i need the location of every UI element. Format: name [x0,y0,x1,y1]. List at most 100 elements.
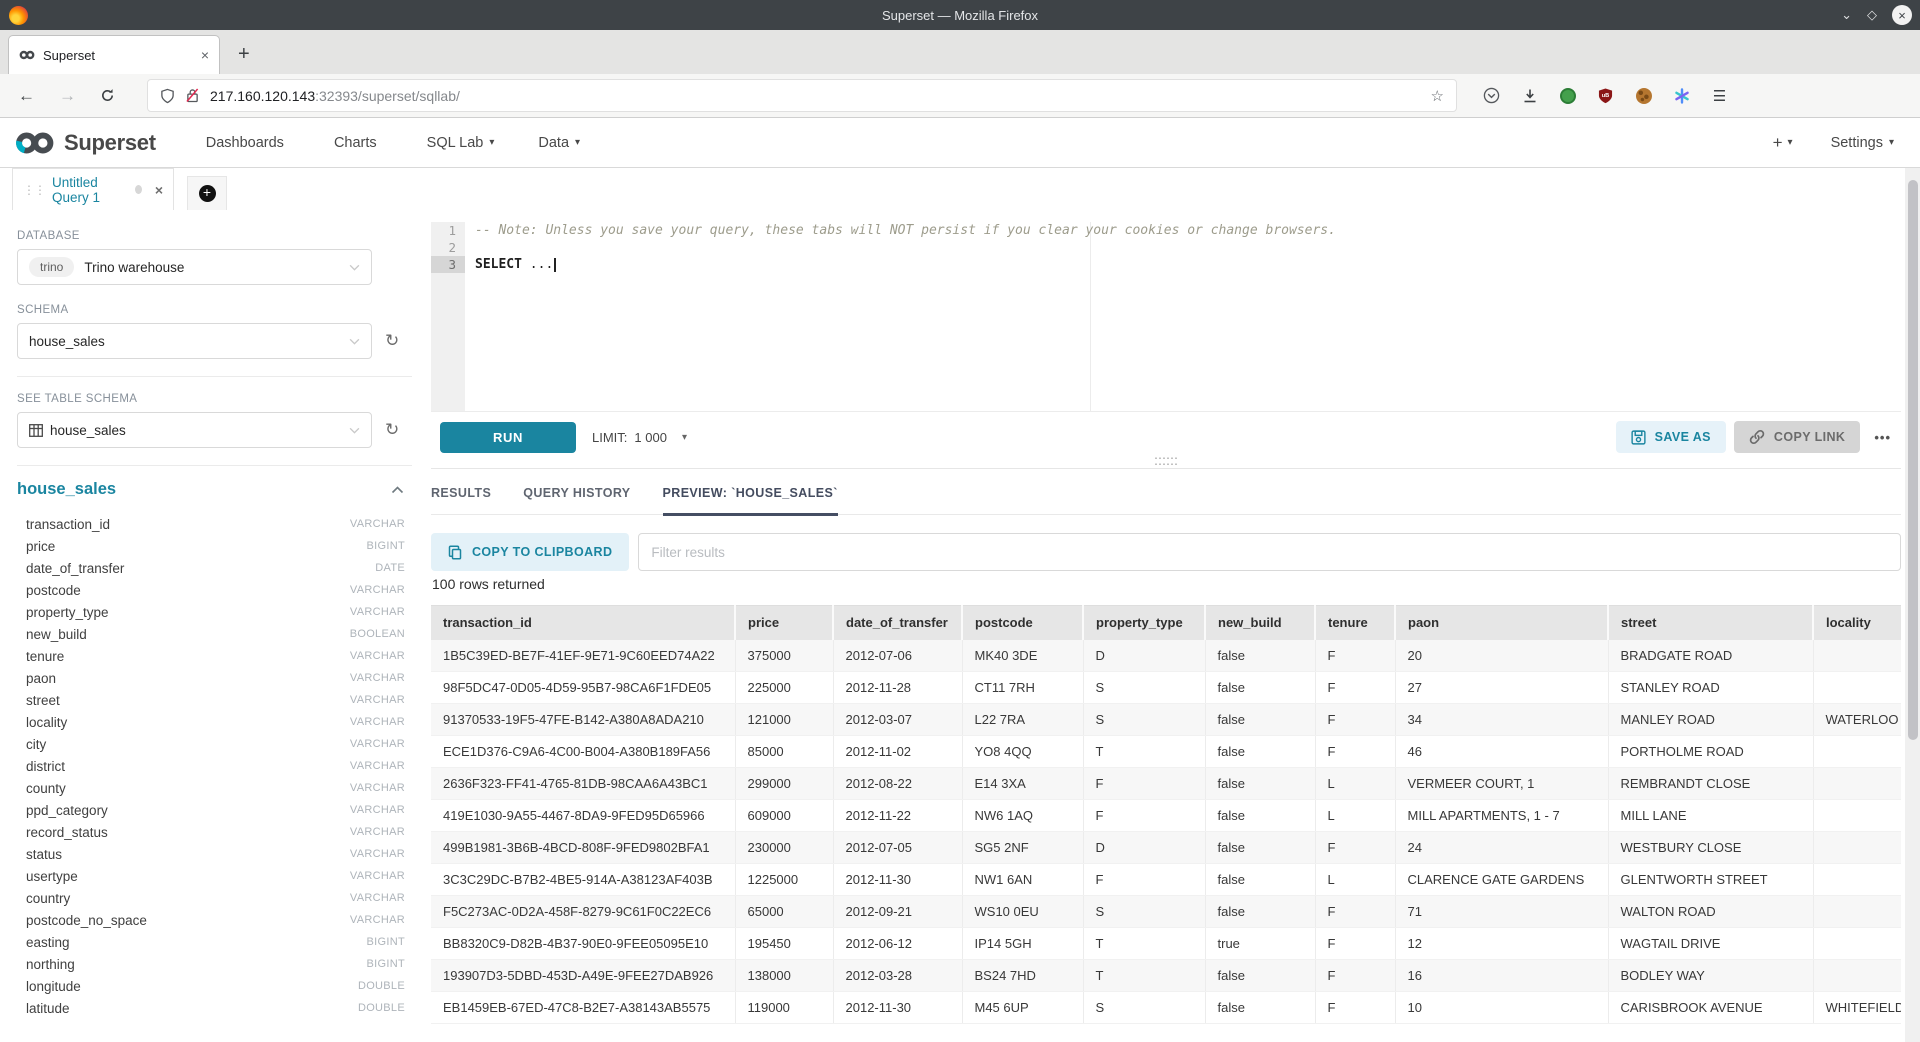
column-header[interactable]: date_of_transfer [833,606,962,640]
new-tab-button[interactable]: + [238,43,250,66]
column-header[interactable]: locality [1813,606,1901,640]
table-cell: 2012-11-22 [833,800,962,832]
pane-resize-handle[interactable]: ⋯⋯ ⋯⋯ [1154,455,1178,467]
line-number: 1 [431,222,465,239]
reload-icon[interactable] [100,88,115,103]
downloads-icon[interactable] [1521,87,1538,104]
table-cell: false [1205,832,1315,864]
drag-handle-icon[interactable]: ⋮⋮ [23,183,45,197]
table-select[interactable]: house_sales [17,412,372,448]
limit-dropdown[interactable]: LIMIT: 1 000 ▾ [592,430,687,445]
collapse-chevron-icon[interactable] [391,486,404,494]
superset-brand[interactable]: Superset [14,130,156,156]
cookie-extension-icon[interactable] [1635,87,1652,104]
pocket-icon[interactable] [1483,87,1500,104]
column-header[interactable]: street [1608,606,1813,640]
query-tab[interactable]: ⋮⋮ Untitled Query 1 × [12,168,174,210]
nav-item[interactable]: SQL Lab▾ [427,135,495,151]
column-type: VARCHAR [350,650,405,662]
table-cell: false [1205,768,1315,800]
save-as-button[interactable]: SAVE AS [1616,421,1726,453]
insecure-lock-icon[interactable] [186,88,199,103]
nav-item[interactable]: Dashboards [206,135,290,151]
schema-select[interactable]: house_sales [17,323,372,359]
south-tab[interactable]: QUERY HISTORY [523,478,630,514]
column-header[interactable]: property_type [1083,606,1205,640]
add-new-button[interactable]: +▾ [1773,133,1793,153]
copy-to-clipboard-button[interactable]: COPY TO CLIPBOARD [431,533,629,571]
new-query-tab-button[interactable]: + [187,176,227,210]
column-header[interactable]: paon [1395,606,1608,640]
column-header[interactable]: new_build [1205,606,1315,640]
column-type: DOUBLE [358,1002,405,1014]
column-name: district [26,759,65,774]
column-header[interactable]: postcode [962,606,1083,640]
column-header[interactable]: transaction_id [431,606,735,640]
close-tab-icon[interactable]: × [201,47,209,63]
column-type: VARCHAR [350,672,405,684]
bookmark-star-icon[interactable]: ☆ [1431,87,1444,105]
scrollbar-thumb[interactable] [1908,180,1918,740]
copy-link-button[interactable]: COPY LINK [1734,421,1860,453]
browser-tab[interactable]: Superset × [8,35,220,74]
menu-hamburger-icon[interactable]: ☰ [1711,87,1728,104]
table-cell: F [1083,800,1205,832]
refresh-schema-icon[interactable]: ↻ [385,331,399,351]
window-title: Superset — Mozilla Firefox [0,8,1920,23]
run-button[interactable]: RUN [440,422,576,453]
browser-tabstrip: Superset × + [0,30,1920,74]
more-actions-button[interactable]: ••• [1874,430,1891,445]
refresh-table-icon[interactable]: ↻ [385,420,399,440]
table-cell: 2012-11-02 [833,736,962,768]
table-cell: NW1 6AN [962,864,1083,896]
ublock-icon[interactable]: uB [1597,87,1614,104]
table-select-value: house_sales [50,423,126,438]
table-title: house_sales [17,480,116,499]
table-row: BB8320C9-D82B-4B37-90E0-9FEE05095E101954… [431,928,1901,960]
nav-item[interactable]: Data▾ [538,135,580,151]
filter-results-input[interactable] [638,533,1901,571]
results-actions-row: COPY TO CLIPBOARD [431,532,1901,572]
forward-icon[interactable]: → [59,86,76,106]
south-tab[interactable]: PREVIEW: `HOUSE_SALES` [663,478,838,514]
maximize-icon[interactable]: ◇ [1867,7,1877,23]
column-row: status VARCHAR [17,843,405,865]
column-name: locality [26,715,67,730]
page-scrollbar[interactable] [1905,168,1920,1042]
close-window-icon[interactable]: × [1892,5,1912,25]
table-cell: 2012-07-06 [833,640,962,672]
column-header[interactable]: tenure [1315,606,1395,640]
sql-rest: ... [522,257,553,272]
table-cell: 193907D3-5DBD-453D-A49E-9FEE27DAB926 [431,960,735,992]
table-cell: false [1205,800,1315,832]
back-icon[interactable]: ← [18,86,35,106]
column-header[interactable]: price [735,606,833,640]
column-type: BIGINT [367,540,405,552]
table-cell: 2012-08-22 [833,768,962,800]
close-query-tab-icon[interactable]: × [155,182,163,198]
column-type: VARCHAR [350,782,405,794]
line-number-active: 3 [431,256,465,273]
table-cell: 2012-06-12 [833,928,962,960]
table-cell: 1225000 [735,864,833,896]
table-cell: 299000 [735,768,833,800]
settings-menu[interactable]: Settings▾ [1831,135,1894,151]
table-cell: 10 [1395,992,1608,1024]
schema-label: SCHEMA [17,304,431,316]
url-input[interactable]: 217.160.120.143:32393/superset/sqllab/ ☆ [147,79,1457,112]
column-row: street VARCHAR [17,689,405,711]
column-row: easting BIGINT [17,931,405,953]
nav-item[interactable]: Charts [334,135,383,151]
database-select[interactable]: trino Trino warehouse [17,249,372,285]
table-cell [1813,896,1901,928]
column-name: postcode_no_space [26,913,147,928]
table-cell: false [1205,672,1315,704]
multi-account-icon[interactable] [1673,87,1690,104]
extension-icon[interactable] [1559,87,1576,104]
column-row: transaction_id VARCHAR [17,513,405,535]
table-cell: F [1315,640,1395,672]
south-tab[interactable]: RESULTS [431,478,491,514]
minimize-icon[interactable]: ⌄ [1841,7,1852,23]
shield-icon[interactable] [160,88,175,104]
sql-editor[interactable]: 1 2 3 -- Note: Unless you save your quer… [431,222,1901,412]
